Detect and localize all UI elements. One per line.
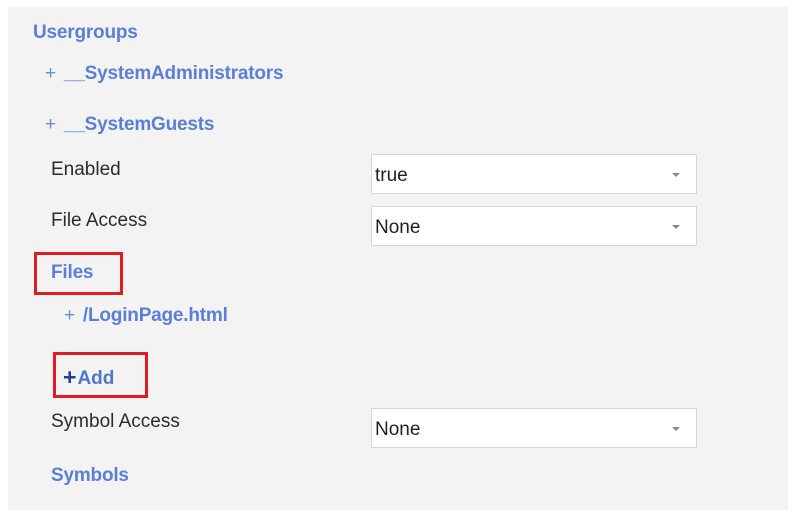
plus-icon: + (63, 364, 77, 390)
symbol-access-select[interactable]: None (371, 408, 697, 448)
add-file-button[interactable]: +Add (63, 366, 114, 390)
expand-plus-icon[interactable]: + (64, 305, 75, 326)
usergroup-label: __SystemAdministrators (63, 63, 284, 84)
symbol-access-select-value: None (375, 419, 421, 440)
file-access-select[interactable]: None (371, 206, 697, 246)
files-heading: Files (51, 262, 94, 283)
symbol-access-label: Symbol Access (51, 411, 180, 432)
add-label: Add (77, 368, 115, 389)
usergroup-label: __SystemGuests (63, 114, 215, 135)
enabled-select[interactable]: true (371, 154, 697, 194)
expand-plus-icon[interactable]: + (45, 114, 56, 135)
caret-down-icon (672, 427, 680, 431)
enabled-select-value: true (375, 165, 408, 186)
usergroup-system-guests[interactable]: + __SystemGuests (45, 114, 214, 136)
file-item-loginpage[interactable]: + /LoginPage.html (64, 305, 228, 327)
file-item-label: /LoginPage.html (82, 305, 228, 326)
file-access-select-value: None (375, 217, 421, 238)
file-access-label: File Access (51, 210, 148, 231)
usergroup-system-administrators[interactable]: + __SystemAdministrators (45, 63, 284, 85)
caret-down-icon (672, 225, 680, 229)
usergroups-heading: Usergroups (33, 22, 138, 43)
enabled-label: Enabled (51, 159, 121, 180)
caret-down-icon (672, 173, 680, 177)
symbols-heading: Symbols (51, 465, 129, 486)
expand-plus-icon[interactable]: + (45, 63, 56, 84)
